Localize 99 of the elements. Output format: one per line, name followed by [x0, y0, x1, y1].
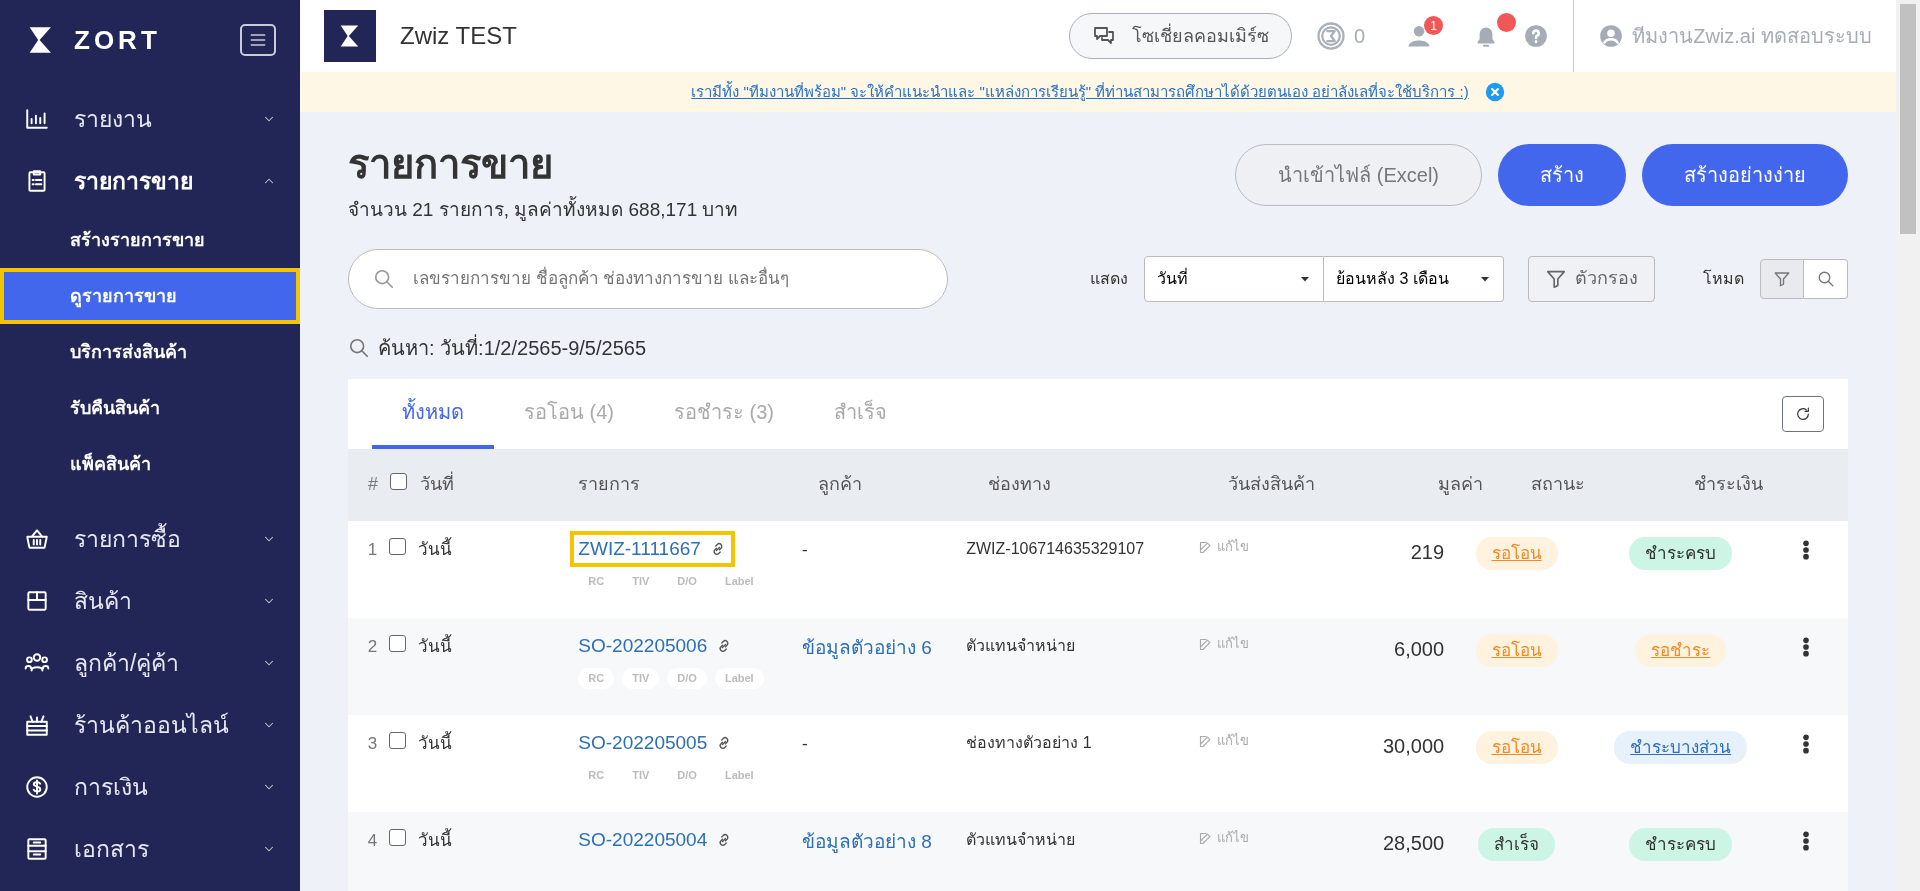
sidebar-item[interactable]: เอกสาร — [0, 818, 300, 880]
column-header: ชำระเงิน — [1693, 474, 1763, 494]
sidebar-item[interactable]: รายการซื้อ — [0, 508, 300, 570]
select-dropdown[interactable]: ย้อนหลัง 3 เดือน — [1324, 255, 1504, 302]
edit-ship-date-link[interactable]: แก้ไข — [1197, 537, 1249, 557]
mode-label: โหมด — [1703, 268, 1744, 289]
customer-cell: - — [802, 539, 808, 559]
channel-cell: ตัวแทนจำหน่าย — [966, 636, 1076, 654]
payment-tag: ชำระครบ — [1629, 827, 1733, 861]
order-link[interactable]: SO-202205004 — [570, 821, 742, 858]
column-header: มูลค่า — [1438, 474, 1483, 494]
sidebar-subitem[interactable]: สร้างรายการขาย — [0, 212, 300, 268]
menu-toggle-button[interactable] — [240, 24, 276, 56]
filter-icon — [1773, 270, 1791, 289]
column-header: ช่องทาง — [988, 474, 1051, 494]
basket-icon — [24, 526, 50, 552]
date-cell: วันนี้ — [417, 733, 452, 753]
shop-name: Zwiz TEST — [400, 21, 518, 51]
row-checkbox[interactable] — [388, 634, 406, 652]
dollar-coin-icon — [24, 774, 50, 800]
customer-cell[interactable]: ข้อมูลตัวอย่าง 8 — [802, 830, 932, 852]
filter-mode-button[interactable] — [1760, 258, 1804, 299]
value-cell: 219 — [1410, 540, 1445, 563]
page-title: รายการขาย — [348, 141, 554, 188]
notification-badge: 1 — [1424, 16, 1444, 35]
search-summary: ค้นหา: วันที่:1/2/2565-9/5/2565 — [378, 333, 647, 361]
row-checkbox[interactable] — [388, 828, 406, 846]
column-header: รายการ — [578, 474, 640, 494]
create-button[interactable]: สร้างอย่างง่าย — [1642, 144, 1848, 206]
sidebar-item[interactable]: รายงาน — [0, 88, 300, 150]
refresh-icon — [1795, 406, 1811, 423]
date-cell: วันนี้ — [417, 636, 452, 656]
row-number: 1 — [367, 539, 378, 559]
order-link[interactable]: ZWIZ-1111667 — [570, 530, 735, 567]
search-icon — [373, 267, 395, 290]
row-number: 2 — [367, 636, 378, 656]
value-cell: 6,000 — [1394, 637, 1445, 660]
create-button[interactable]: สร้าง — [1498, 144, 1626, 206]
sidebar-item[interactable]: ลูกค้า/คู่ค้า — [0, 632, 300, 694]
sidebar-subitem[interactable]: บริการส่งสินค้า — [0, 324, 300, 380]
search-icon — [348, 336, 370, 359]
channel-cell: ช่องทางตัวอย่าง 1 — [966, 733, 1092, 751]
search-input[interactable]: เลขรายการขาย ชื่อลูกค้า ช่องทางการขาย และอื่นๆ — [411, 264, 923, 293]
date-cell: วันนี้ — [417, 830, 452, 850]
search-icon — [1816, 270, 1835, 289]
order-link[interactable]: SO-202205006 — [570, 627, 742, 664]
channel-cell: ตัวแทนจำหน่าย — [966, 830, 1076, 848]
brand-name: ZORT — [74, 23, 161, 57]
document-icon — [24, 836, 50, 862]
sidebar-item[interactable]: สินค้า — [0, 570, 300, 632]
row-number: 4 — [367, 830, 378, 850]
coin-count: 0 — [1354, 24, 1366, 49]
social-commerce-button[interactable]: โซเชี่ยลคอมเมิร์ซ — [1069, 13, 1293, 59]
refresh-button[interactable] — [1782, 395, 1824, 432]
banner-link[interactable]: เรามีทั้ง "ทีมงานที่พร้อม" จะให้คำแนะนำและ "แหล่งการเรียนรู้" ที่ท่านสามารถศึกษาได้ด้วยตนเอง อย่าลังเลที่จะใช้บริการ :) — [691, 80, 1469, 104]
channel-cell: ZWIZ-106714635329107 — [966, 539, 1145, 557]
gift-box-icon — [24, 712, 50, 738]
value-cell: 30,000 — [1382, 734, 1445, 757]
payment-tag: ชำระบางส่วน — [1614, 730, 1748, 764]
column-header: วันส่งสินค้า — [1228, 474, 1315, 494]
order-link[interactable]: SO-202205005 — [570, 724, 742, 761]
payment-tag: รอชำระ — [1635, 633, 1727, 667]
value-cell: 28,500 — [1382, 831, 1445, 854]
sales-summary: จำนวน 21 รายการ, มูลค่าทั้งหมด 688,171 บาท — [348, 196, 739, 225]
status-tag: รอโอน — [1475, 633, 1558, 667]
date-cell: วันนี้ — [417, 539, 452, 559]
sidebar-item[interactable]: การเงิน — [0, 756, 300, 818]
bar-chart-icon — [24, 106, 50, 132]
select-all-checkbox[interactable] — [390, 473, 407, 490]
filter-button[interactable]: ตัวกรอง — [1528, 255, 1655, 302]
payment-tag: ชำระครบ — [1629, 536, 1733, 570]
customer-cell[interactable]: ข้อมูลตัวอย่าง 6 — [802, 636, 932, 658]
close-icon[interactable] — [1484, 82, 1505, 102]
edit-icon — [1197, 733, 1213, 749]
sidebar-subitem[interactable]: แพ็คสินค้า — [0, 436, 300, 492]
sidebar-item[interactable]: รายการขาย — [0, 150, 300, 212]
edit-icon — [1197, 830, 1213, 846]
row-number: 3 — [367, 733, 378, 753]
import-button[interactable]: นำเข้าไฟล์ (Excel) — [1235, 144, 1482, 206]
sidebar-subitem[interactable]: ดูรายการขาย — [0, 268, 300, 324]
column-header: สถานะ — [1531, 474, 1585, 494]
status-tag: รอโอน — [1475, 730, 1558, 764]
row-checkbox[interactable] — [388, 731, 406, 749]
column-header: # — [368, 474, 378, 494]
edit-ship-date-link[interactable]: แก้ไข — [1197, 731, 1249, 751]
scrollbar[interactable] — [1896, 0, 1920, 891]
column-header: ลูกค้า — [818, 474, 862, 494]
sidebar-item[interactable]: ร้านค้าออนไลน์ — [0, 694, 300, 756]
search-field[interactable]: เลขรายการขาย ชื่อลูกค้า ช่องทางการขาย และอื่นๆ — [348, 248, 948, 309]
status-tag: สำเร็จ — [1478, 827, 1556, 861]
status-tag: รอโอน — [1475, 536, 1558, 570]
show-label: แสดง — [1090, 268, 1128, 289]
edit-icon — [1197, 539, 1213, 555]
box-icon — [24, 588, 50, 614]
sidebar-subitem[interactable]: รับคืนสินค้า — [0, 380, 300, 436]
customer-cell: - — [802, 733, 808, 753]
edit-icon — [1197, 636, 1213, 652]
row-checkbox[interactable] — [388, 537, 406, 555]
select-dropdown[interactable]: วันที่ — [1144, 255, 1324, 302]
